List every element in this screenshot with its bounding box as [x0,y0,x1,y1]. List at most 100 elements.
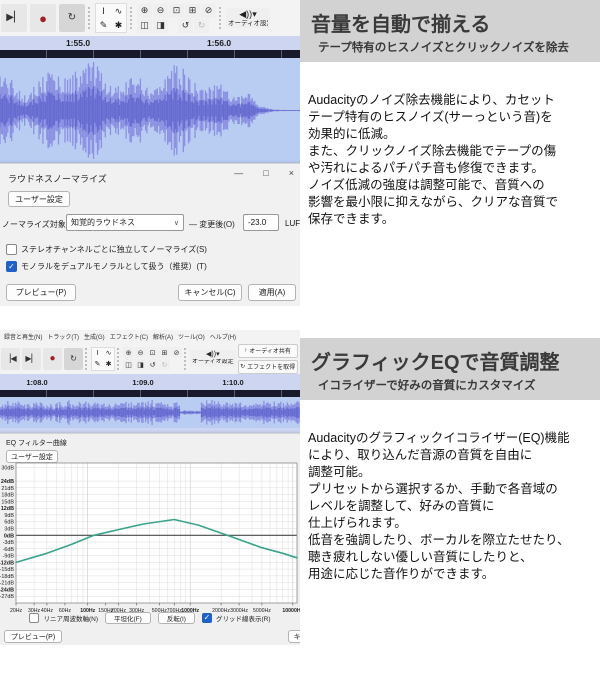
skip-to-end-button[interactable]: ▶▏ [1,4,27,32]
edit-toolbar: ⊕ ⊖ ⊡ ⊞ ⊘ ◫ ◨ ↺ ↻ [123,347,182,370]
selection-tool-button[interactable]: I [96,4,111,18]
skip-to-end-button[interactable]: ▶▏ [22,348,41,370]
record-button[interactable]: ● [43,348,62,370]
waveform-graphic [0,397,300,428]
zoom-out-button[interactable]: ⊖ [135,347,146,358]
zoom-selection-icon: ⊡ [173,5,181,16]
menu-item[interactable]: ヘルプ(H) [210,332,236,341]
zoom-in-button[interactable]: ⊕ [137,4,152,18]
menu-item[interactable]: ツール(O) [178,332,205,341]
preview-button[interactable]: プレビュー(P) [4,630,62,643]
section1-description: Audacityのノイズ除去機能により、カセット テープ特有のヒスノイズ(サーっ… [308,92,598,228]
trim-audio-button[interactable]: ◫ [123,359,134,370]
show-grid-checkbox[interactable]: ✓ [202,613,212,623]
dual-mono-checkbox[interactable]: ✓ [6,261,17,272]
cancel-button[interactable]: キャンセル(C) [288,630,300,643]
y-axis-label: -6dB [3,547,15,553]
maximize-button[interactable]: □ [263,168,268,178]
y-axis-label: -3dB [3,540,15,546]
get-effects-button[interactable]: ↻ エフェクトを取得 [238,360,298,374]
eq-filter-curve-dialog: EQ フィルター曲線 ユーザー設定 30dB24dB21dB18dB15dB12… [0,433,300,645]
dropdown-icon: ▾ [252,9,257,19]
trim-audio-button[interactable]: ◫ [137,19,152,33]
menu-item[interactable]: 録音と再生(N) [4,332,42,341]
zoom-selection-button[interactable]: ⊡ [169,4,184,18]
eq-curve-chart[interactable]: 30dB24dB21dB18dB15dB12dB9dB6dB3dB0dB-3dB… [0,460,300,620]
flatten-button[interactable]: 平坦化(F) [105,612,151,624]
envelope-tool-icon: ∿ [115,6,123,17]
draw-tool-button[interactable]: ✎ [96,18,111,32]
skip-to-end-icon: ▶▏ [6,13,21,23]
silence-audio-button[interactable]: ◨ [153,19,168,33]
loop-button[interactable]: ↻ [64,348,83,370]
user-presets-button[interactable]: ユーザー設定 [8,191,70,207]
minimize-button[interactable]: — [234,168,243,178]
timeline-scrub-bar[interactable] [0,50,300,58]
zoom-selection-icon: ⊡ [150,349,156,357]
zoom-in-icon: ⊕ [126,349,132,357]
menu-item[interactable]: 生成(G) [84,332,105,341]
selection-tool-icon: I [102,6,105,16]
skip-to-end-icon: ▶▏ [25,355,37,363]
audio-setup-label: オーディオ設定 [192,359,234,366]
draw-tool-button[interactable]: ✎ [92,359,103,370]
audio-setup-button[interactable]: ◀))▾ オーディオ設定 [226,8,270,29]
undo-button[interactable]: ↺ [147,359,158,370]
waveform-track[interactable] [0,397,300,428]
audio-share-button[interactable]: ↑ オーディオ共有 [238,344,298,358]
y-axis-label: 12dB [1,506,14,512]
apply-button[interactable]: 適用(A) [248,284,296,301]
zoom-selection-button[interactable]: ⊡ [147,347,158,358]
selection-tool-button[interactable]: I [92,348,103,359]
zoom-toggle-button[interactable]: ⊘ [201,4,216,18]
section2-description: Audacityのグラフィックイコライザー(EQ)機能 により、取り込んだ音源の… [308,430,598,583]
menu-item[interactable]: エフェクト(C) [110,332,148,341]
zoom-in-icon: ⊕ [141,5,149,16]
zoom-toggle-button[interactable]: ⊘ [171,347,182,358]
envelope-tool-button[interactable]: ∿ [103,348,114,359]
timeline-ruler[interactable]: 1:08.0 1:09.0 1:10.0 [0,374,300,390]
target-level-input[interactable]: -23.0 [243,214,279,231]
zoom-project-button[interactable]: ⊞ [185,4,200,18]
y-axis-label: -18dB [0,574,14,580]
zoom-in-button[interactable]: ⊕ [123,347,134,358]
close-button[interactable]: × [289,168,294,178]
y-axis-label: 21dB [1,486,14,492]
audio-setup-label: オーディオ設定 [228,20,268,28]
invert-button[interactable]: 反転(I) [158,612,195,624]
dropdown-icon: ▾ [216,351,220,358]
waveform-track[interactable] [0,58,300,163]
normalize-target-select[interactable]: 知覚的ラウドネス ∨ [66,214,184,231]
zoom-project-icon: ⊞ [189,5,197,16]
record-button[interactable]: ● [30,4,56,32]
envelope-tool-button[interactable]: ∿ [111,4,126,18]
edit-toolbar: ⊕ ⊖ ⊡ ⊞ ⊘ ◫ ◨ ↺ ↻ [137,4,216,33]
preview-button[interactable]: プレビュー(P) [6,284,76,301]
cancel-button[interactable]: キャンセル(C) [178,284,242,301]
timeline-label: 1:09.0 [132,378,153,387]
zoom-project-button[interactable]: ⊞ [159,347,170,358]
selection-tool-icon: I [97,350,99,357]
redo-button[interactable]: ↻ [159,359,170,370]
loop-button[interactable]: ↻ [59,4,85,32]
multi-tool-button[interactable]: ✱ [103,359,114,370]
silence-audio-button[interactable]: ◨ [135,359,146,370]
multi-tool-button[interactable]: ✱ [111,18,126,32]
audio-setup-button[interactable]: ◀))▾ オーディオ設定 [190,350,236,368]
menu-item[interactable]: 解析(A) [153,332,173,341]
timeline-ruler[interactable]: 1:55.0 1:56.0 [0,36,300,50]
stereo-independent-checkbox[interactable] [6,244,17,255]
menu-item[interactable]: トラック(T) [47,332,79,341]
loudness-normalize-dialog: ラウドネスノーマライズ — □ × ユーザー設定 ノーマライズ対象(N) 知覚的… [0,163,300,306]
record-icon: ● [39,12,47,25]
timeline-scrub-bar[interactable] [0,390,300,397]
skip-to-start-button[interactable]: ▕◀ [1,348,20,370]
linear-frequency-checkbox[interactable] [29,613,39,623]
redo-button[interactable]: ↻ [194,19,209,33]
zoom-out-button[interactable]: ⊖ [153,4,168,18]
timeline-label: 1:56.0 [207,38,231,48]
undo-button[interactable]: ↺ [178,19,193,33]
audacity-window-1: ▶▏ ● ↻ I ∿ ✎ ✱ ⊕ ⊖ ⊡ ⊞ ⊘ ◫ [0,0,300,306]
normalize-target-value: 知覚的ラウドネス [71,217,135,228]
tools-toolbar: I ∿ ✎ ✱ [95,3,127,33]
